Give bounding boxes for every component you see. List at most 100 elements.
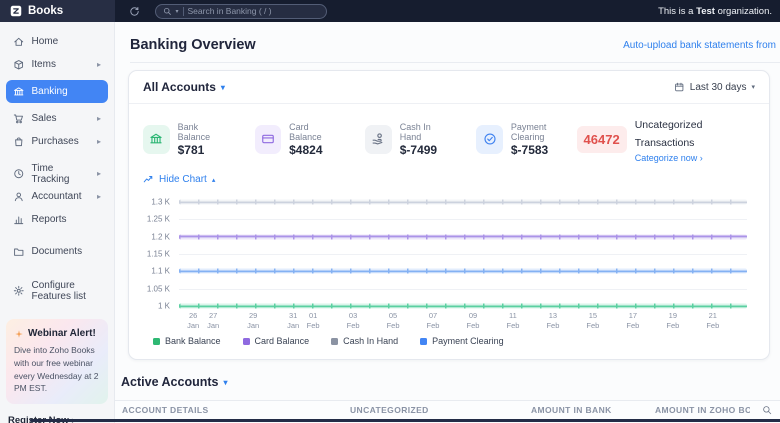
- search-divider: [182, 6, 184, 16]
- sidebar-item-label: Purchases: [31, 136, 79, 147]
- y-axis-tick: 1.2 K: [151, 232, 170, 242]
- card-icon: [254, 124, 282, 154]
- balance-summary-row: Bank Balance $781 Card Balance $4824 Cash In…: [129, 104, 769, 172]
- items-icon: [13, 59, 25, 71]
- active-accounts-dropdown[interactable]: Active Accounts ▾: [121, 375, 780, 389]
- summary-card-balance: Card Balance $4824: [254, 121, 340, 157]
- sparkle-icon: [14, 329, 24, 339]
- page-title: Banking Overview: [130, 37, 256, 53]
- trend-chart-icon: [143, 174, 154, 185]
- sidebar-item-reports[interactable]: Reports: [6, 209, 108, 230]
- column-header-amount-in-bank: AMOUNT IN BANK: [531, 405, 612, 415]
- webinar-alert-card: Webinar Alert! Dive into Zoho Books with …: [6, 319, 108, 404]
- legend-item-bank-balance[interactable]: Bank Balance: [153, 336, 221, 346]
- submenu-arrow-icon: ▸: [96, 137, 101, 146]
- sidebar-item-label: Reports: [31, 214, 67, 225]
- hide-chart-toggle[interactable]: Hide Chart ▴: [143, 174, 215, 185]
- sidebar-item-time-tracking[interactable]: Time Tracking ▸: [6, 162, 108, 185]
- summary-label: Cash In Hand: [399, 121, 431, 142]
- sidebar-item-label: Time Tracking: [31, 162, 70, 185]
- x-axis-label: 17 Feb: [626, 311, 640, 330]
- column-header-amount-in-zoho-books: AMOUNT IN ZOHO BOOKS: [655, 405, 750, 415]
- sidebar-item-items[interactable]: Items ▸: [6, 54, 108, 75]
- app-logo[interactable]: Books: [0, 0, 115, 22]
- accountant-icon: [13, 191, 25, 203]
- summary-bank-balance: Bank Balance $781: [143, 122, 229, 157]
- date-range-dropdown[interactable]: Last 30 days ▾: [674, 82, 755, 93]
- documents-icon: [13, 246, 25, 258]
- topbar: Books ▾ This is a Test organization.: [0, 0, 780, 22]
- summary-cards: Bank Balance $781 Card Balance $4824 Cash In…: [143, 122, 577, 157]
- sidebar-item-banking[interactable]: Banking: [6, 80, 108, 103]
- gridline: [179, 254, 747, 255]
- summary-label: Card Balance: [289, 121, 322, 142]
- chevron-down-icon: ▾: [220, 82, 225, 92]
- x-axis-label: 11 Feb: [506, 311, 520, 330]
- active-accounts-title: Active Accounts: [121, 375, 219, 389]
- legend-label: Cash In Hand: [343, 336, 399, 346]
- x-axis-label: 31 Jan: [287, 311, 300, 330]
- summary-cash-in-hand: Cash In Hand $-7499: [365, 122, 450, 157]
- sidebar-item-label: Sales: [31, 113, 57, 124]
- check-circle-icon: [476, 124, 503, 154]
- recent-history-icon[interactable]: [129, 6, 140, 17]
- x-axis-label: 07 Feb: [426, 311, 440, 330]
- legend-item-card-balance[interactable]: Card Balance: [242, 336, 310, 346]
- sidebar-item-purchases[interactable]: Purchases ▸: [6, 131, 108, 152]
- legend-label: Card Balance: [254, 336, 310, 346]
- legend-swatch: [242, 337, 250, 345]
- summary-value: $-7583: [510, 142, 549, 157]
- summary-value: $-7499: [399, 142, 438, 157]
- search-icon: [163, 7, 172, 16]
- sidebar-item-label: Items: [31, 59, 56, 70]
- legend-label: Payment Clearing: [432, 336, 504, 346]
- sidebar-item-label: Configure Features list: [31, 279, 86, 302]
- search-input[interactable]: [187, 6, 319, 16]
- sidebar-item-configure-features-list[interactable]: Configure Features list: [6, 279, 108, 302]
- sales-icon: [13, 113, 25, 125]
- chart-plot-area: 26 Jan 27 Jan 29 Jan 31 Jan 01 Feb 03 Feb 05 Feb 07 Feb…: [179, 199, 747, 330]
- global-search[interactable]: ▾: [155, 3, 327, 19]
- chevron-down-icon: ▾: [751, 84, 755, 91]
- calendar-icon: [674, 82, 685, 93]
- time-icon: [13, 168, 25, 180]
- x-axis-label: 27 Jan: [207, 311, 220, 330]
- horizontal-scrollbar[interactable]: [30, 419, 780, 422]
- x-axis-label: 03 Feb: [346, 311, 360, 330]
- auto-upload-link[interactable]: Auto-upload bank statements from: [623, 40, 776, 51]
- accounts-table-header: ACCOUNT DETAILS UNCATEGORIZED AMOUNT IN BA…: [115, 400, 780, 420]
- table-search-icon[interactable]: [762, 405, 772, 415]
- legend-item-cash-in-hand[interactable]: Cash In Hand: [331, 336, 398, 346]
- chart-y-axis: 1.3 K 1.25 K 1.2 K 1.15 K 1.1 K 1.05 K 1 K: [137, 198, 173, 311]
- x-axis-label: 15 Feb: [586, 311, 600, 330]
- uncategorized-count-badge: 46472: [576, 125, 627, 153]
- legend-item-payment-clearing[interactable]: Payment Clearing: [420, 336, 504, 346]
- categorize-now-link[interactable]: Categorize now ›: [635, 153, 753, 163]
- purchases-icon: [13, 136, 25, 148]
- chevron-up-icon: ▴: [211, 176, 216, 184]
- y-axis-tick: 1.05 K: [146, 284, 170, 294]
- x-axis-label: 09 Feb: [466, 311, 480, 330]
- home-icon: [13, 36, 25, 48]
- sidebar-item-sales[interactable]: Sales ▸: [6, 108, 108, 129]
- sidebar-nav: Home Items ▸ Banking Sales ▸ Purchases ▸ Time Tr…: [0, 22, 115, 423]
- legend-swatch: [420, 337, 428, 345]
- reports-icon: [13, 214, 25, 226]
- sidebar-item-documents[interactable]: Documents: [6, 241, 108, 262]
- submenu-arrow-icon: ▸: [96, 169, 101, 178]
- summary-value: $4824: [289, 142, 323, 157]
- x-axis-label: 21 Feb: [706, 311, 720, 330]
- chevron-down-icon[interactable]: ▾: [176, 8, 179, 15]
- accounts-filter-dropdown[interactable]: All Accounts ▾: [143, 80, 225, 94]
- submenu-arrow-icon: ▸: [96, 192, 101, 201]
- sidebar-item-accountant[interactable]: Accountant ▸: [6, 186, 108, 207]
- balance-trend-chart: 1.3 K 1.25 K 1.2 K 1.15 K 1.1 K 1.05 K 1 K 26 J…: [137, 198, 747, 330]
- sidebar-item-label: Home: [31, 36, 59, 47]
- summary-payment-clearing: Payment Clearing $-7583: [476, 122, 576, 157]
- sidebar-item-home[interactable]: Home: [6, 31, 108, 52]
- webinar-title: Webinar Alert!: [28, 328, 96, 339]
- bank-icon: [143, 124, 170, 154]
- x-axis-label: 05 Feb: [386, 311, 400, 330]
- books-logo-icon: [10, 5, 22, 17]
- page-header: Banking Overview Auto-upload bank statem…: [130, 22, 780, 63]
